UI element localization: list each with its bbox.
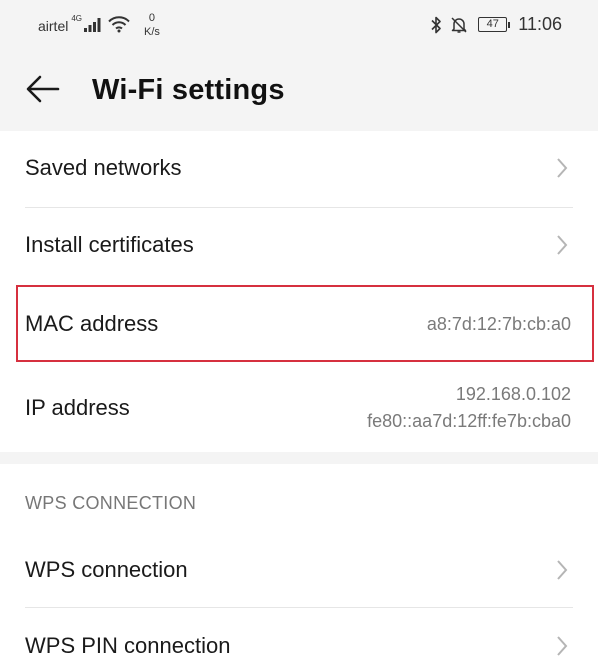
section-gap	[0, 452, 598, 464]
chevron-right-icon	[556, 157, 568, 184]
ip-address-label: IP address	[25, 395, 130, 420]
install-certificates-label: Install certificates	[25, 232, 194, 257]
arrow-left-icon	[26, 75, 60, 108]
notifications-off-icon	[450, 16, 468, 34]
ip-address-values: 192.168.0.102 fe80::aa7d:12ff:fe7b:cba0	[367, 381, 571, 435]
ipv4-address: 192.168.0.102	[455, 384, 571, 404]
status-bar: airtel 4G 0 K/s 47 11:06	[0, 0, 598, 52]
app-header: Wi-Fi settings	[0, 52, 598, 130]
wps-connection-row[interactable]: WPS connection	[0, 531, 598, 607]
network-type: 4G	[71, 14, 83, 23]
saved-networks-row[interactable]: Saved networks	[0, 131, 598, 207]
page-title: Wi-Fi settings	[92, 74, 285, 106]
network-speed: 0 K/s	[144, 11, 160, 39]
mac-address-highlight	[16, 285, 594, 362]
chevron-right-icon	[556, 234, 568, 261]
network-speed-value: 0	[148, 12, 156, 24]
wps-pin-connection-label: WPS PIN connection	[25, 633, 231, 658]
wps-pin-connection-row[interactable]: WPS PIN connection	[0, 608, 598, 665]
carrier-name: airtel	[38, 18, 69, 34]
wps-connection-label: WPS connection	[25, 557, 188, 582]
back-button[interactable]	[22, 70, 64, 112]
chevron-right-icon	[556, 559, 568, 586]
clock: 11:06	[518, 14, 562, 34]
network-speed-unit: K/s	[144, 26, 160, 38]
install-certificates-row[interactable]: Install certificates	[0, 208, 598, 284]
bluetooth-icon	[430, 16, 442, 34]
signal-icon	[83, 17, 103, 38]
status-left: airtel 4G 0 K/s	[38, 12, 160, 39]
chevron-right-icon	[556, 635, 568, 662]
battery-level: 47	[478, 17, 508, 32]
wps-section-header: WPS CONNECTION	[25, 493, 197, 513]
saved-networks-label: Saved networks	[25, 155, 182, 180]
battery-icon: 47	[478, 17, 511, 32]
status-right: 47 11:06	[430, 14, 562, 35]
ipv6-address: fe80::aa7d:12ff:fe7b:cba0	[367, 411, 571, 431]
ip-address-row: IP address 192.168.0.102 fe80::aa7d:12ff…	[0, 369, 598, 451]
battery-tip	[508, 21, 511, 28]
wifi-status-icon	[108, 16, 130, 38]
